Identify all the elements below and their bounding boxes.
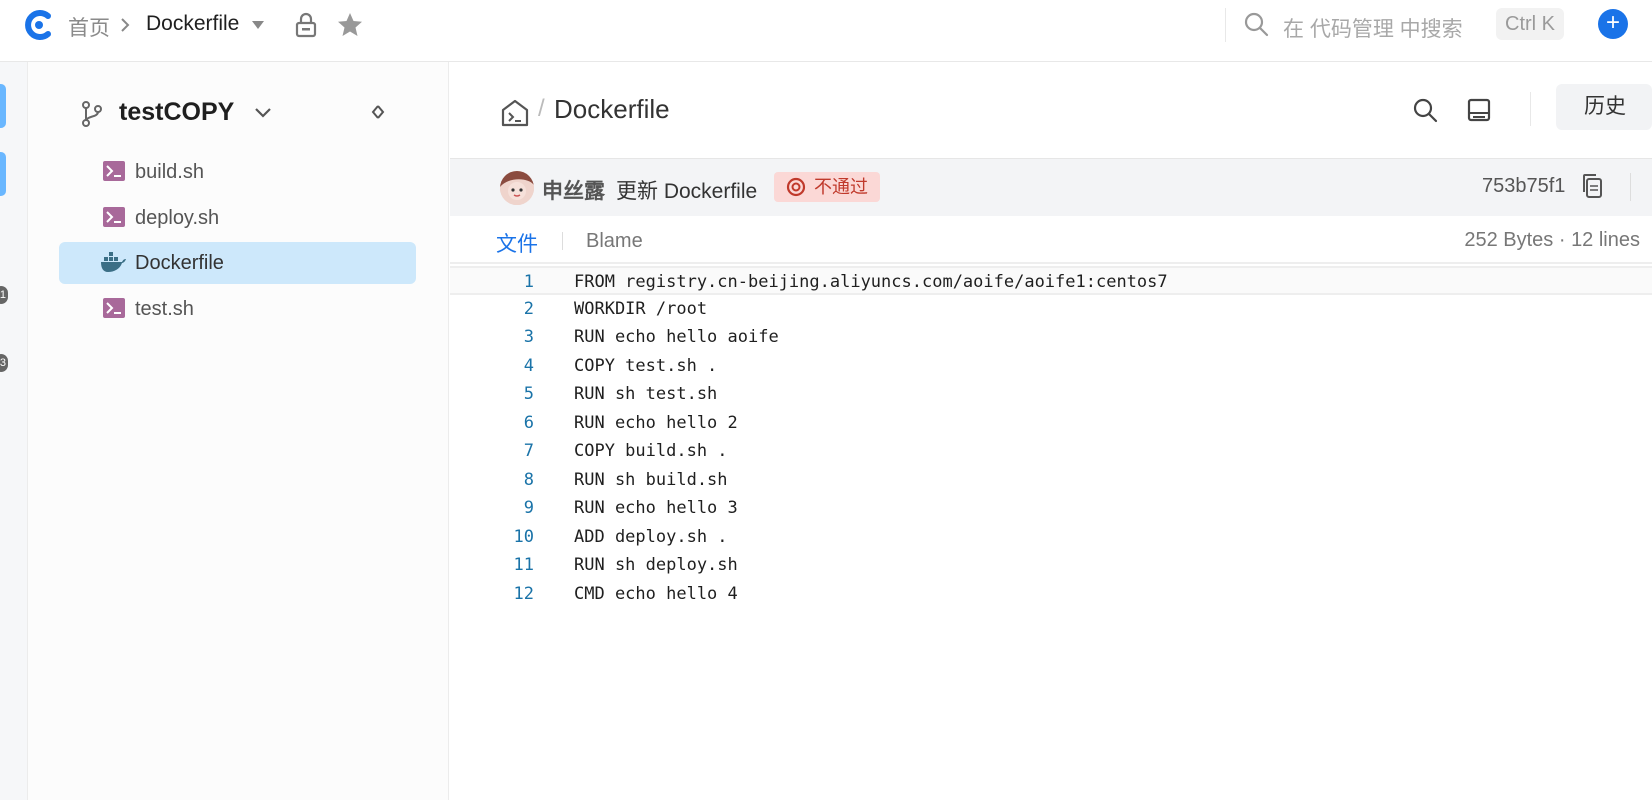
divider — [562, 232, 563, 250]
history-button[interactable]: 历史 — [1556, 84, 1652, 130]
divider — [1225, 8, 1226, 42]
line-content: RUN sh build.sh — [574, 469, 728, 490]
line-number[interactable]: 11 — [450, 551, 534, 579]
line-number[interactable]: 4 — [450, 352, 534, 380]
commit-message[interactable]: 更新 Dockerfile — [616, 175, 757, 205]
avatar[interactable] — [500, 171, 534, 205]
tree-item-deploy-sh[interactable]: deploy.sh — [59, 197, 416, 239]
code-line: 9 RUN echo hello 3 — [450, 494, 1652, 523]
caret-down-icon[interactable] — [250, 19, 266, 31]
global-search-input[interactable]: 在 代码管理 中搜索 — [1283, 13, 1463, 43]
file-size-lines: 252 Bytes · 12 lines — [1464, 229, 1640, 251]
count-badge: 1 — [0, 286, 8, 304]
search-icon[interactable] — [1412, 97, 1438, 123]
code-line: 12 CMD echo hello 4 — [450, 580, 1652, 609]
line-content: RUN echo hello 3 — [574, 498, 738, 518]
status-badge[interactable]: 不通过 — [774, 172, 880, 202]
code-line: 1 FROM registry.cn-beijing.aliyuncs.com/… — [450, 266, 1652, 295]
code-line: 8 RUN sh build.sh — [450, 466, 1652, 495]
tree-item-build-sh[interactable]: build.sh — [59, 151, 416, 193]
line-content: RUN sh test.sh — [574, 384, 718, 404]
divider — [1630, 173, 1631, 201]
failed-status-icon — [786, 177, 806, 197]
code-line: 4 COPY test.sh . — [450, 352, 1652, 381]
nav-strip-item[interactable] — [0, 84, 6, 128]
code-line: 10 ADD deploy.sh . — [450, 523, 1652, 552]
breadcrumb-current[interactable]: Dockerfile — [146, 12, 239, 36]
tab-blame[interactable]: Blame — [586, 230, 643, 253]
line-content: WORKDIR /root — [574, 298, 708, 319]
tree-item-label: Dockerfile — [135, 252, 224, 274]
tree-item-label: test.sh — [135, 298, 194, 320]
commit-author[interactable]: 申丝露 — [542, 175, 605, 205]
search-icon[interactable] — [1243, 11, 1269, 37]
chevron-right-icon — [121, 18, 130, 32]
branch-icon — [82, 101, 102, 127]
star-icon[interactable] — [336, 11, 364, 39]
line-content: COPY test.sh . — [574, 355, 718, 376]
line-number[interactable]: 10 — [450, 523, 534, 551]
line-number[interactable]: 7 — [450, 437, 534, 465]
line-content: RUN echo hello 2 — [574, 412, 738, 433]
docker-icon — [101, 252, 126, 272]
line-number[interactable]: 5 — [450, 380, 534, 408]
line-content: COPY build.sh . — [574, 441, 728, 461]
line-number[interactable]: 1 — [450, 268, 534, 296]
left-nav-strip: 1 3 — [0, 62, 28, 800]
terminal-icon — [103, 161, 125, 181]
code-line: 3 RUN echo hello aoife — [450, 323, 1652, 352]
search-shortcut-hint: Ctrl K — [1496, 8, 1564, 40]
line-number[interactable]: 3 — [450, 323, 534, 351]
line-number[interactable]: 9 — [450, 494, 534, 522]
lock-icon[interactable] — [294, 12, 318, 38]
code-line: 6 RUN echo hello 2 — [450, 409, 1652, 438]
chevron-down-icon[interactable] — [253, 105, 273, 121]
line-content: CMD echo hello 4 — [574, 583, 738, 604]
line-content: ADD deploy.sh . — [574, 526, 728, 547]
tree-item-label: deploy.sh — [135, 207, 220, 229]
divider — [1530, 92, 1531, 126]
file-tree-sidebar: testCOPY build.sh deploy.sh Dockerfile t… — [28, 62, 449, 800]
code-line: 11 RUN sh deploy.sh — [450, 551, 1652, 580]
line-number[interactable]: 2 — [450, 295, 534, 323]
file-path-name: Dockerfile — [554, 94, 670, 124]
count-badge: 3 — [0, 354, 8, 372]
copy-icon[interactable] — [1580, 172, 1604, 200]
tab-file[interactable]: 文件 — [496, 228, 538, 258]
repo-name[interactable]: testCOPY — [119, 98, 234, 127]
terminal-icon — [103, 298, 125, 318]
line-number[interactable]: 8 — [450, 466, 534, 494]
view-tabs: 文件 Blame 252 Bytes · 12 lines — [450, 216, 1652, 264]
path-separator: / — [538, 95, 545, 122]
repo-home-icon[interactable] — [500, 98, 530, 128]
line-content: RUN sh deploy.sh — [574, 555, 738, 575]
terminal-icon — [103, 207, 125, 227]
code-line: 2 WORKDIR /root — [450, 295, 1652, 324]
nav-strip-item[interactable] — [0, 152, 6, 196]
top-bar: 首页 Dockerfile 在 代码管理 中搜索 Ctrl K + — [0, 0, 1652, 62]
file-view: / Dockerfile 历史 申丝露 更新 Dockerfile 不通过 75… — [450, 62, 1652, 800]
latest-commit-bar: 申丝露 更新 Dockerfile 不通过 753b75f1 — [450, 158, 1652, 216]
code-viewer[interactable]: 1 FROM registry.cn-beijing.aliyuncs.com/… — [450, 266, 1652, 608]
layout-panel-icon[interactable] — [1466, 97, 1492, 123]
collapse-sidebar-icon[interactable] — [370, 100, 394, 124]
app-logo-icon[interactable] — [22, 8, 56, 42]
line-content: RUN echo hello aoife — [574, 327, 779, 347]
status-badge-label: 不通过 — [814, 177, 868, 197]
tree-item-test-sh[interactable]: test.sh — [59, 288, 416, 330]
line-number[interactable]: 6 — [450, 409, 534, 437]
breadcrumb-home[interactable]: 首页 — [68, 12, 110, 42]
tree-item-dockerfile[interactable]: Dockerfile — [59, 242, 416, 284]
code-line: 5 RUN sh test.sh — [450, 380, 1652, 409]
line-number[interactable]: 12 — [450, 580, 534, 608]
line-content: FROM registry.cn-beijing.aliyuncs.com/ao… — [574, 272, 1168, 292]
commit-sha[interactable]: 753b75f1 — [1482, 175, 1565, 198]
code-line: 7 COPY build.sh . — [450, 437, 1652, 466]
create-button[interactable]: + — [1598, 9, 1628, 39]
tree-item-label: build.sh — [135, 161, 204, 183]
